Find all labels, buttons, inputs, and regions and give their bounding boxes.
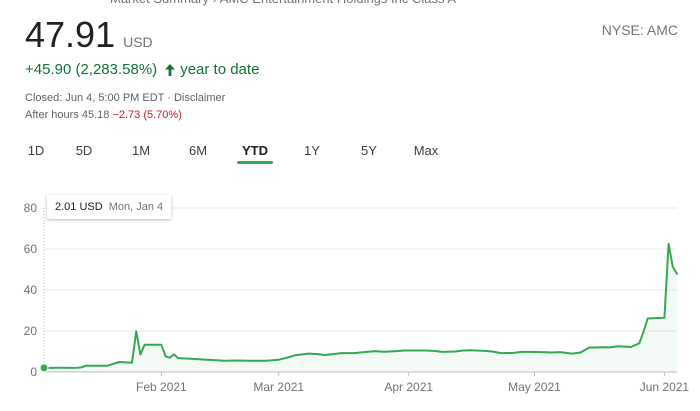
y-tick-label: 60	[24, 242, 38, 256]
after-hours-label: After hours 45.18	[25, 109, 110, 121]
y-tick-label: 80	[24, 201, 38, 215]
tab-5d[interactable]: 5D	[66, 140, 102, 162]
x-tick-label: Feb 2021	[136, 380, 187, 394]
chart-tooltip: 2.01 USD Mon, Jan 4	[47, 195, 172, 219]
price-chart[interactable]: 0 20 40 60 80 Feb 2021 Mar 2021 Apr 2021 May 202…	[0, 190, 700, 411]
x-tick-label: May 2021	[508, 380, 561, 394]
tab-ytd[interactable]: YTD	[237, 140, 273, 164]
price-change: +45.90 (2,283.58%) year to date	[25, 61, 259, 78]
change-value: +45.90 (2,283.58%)	[25, 61, 158, 78]
tab-1m[interactable]: 1M	[123, 140, 159, 162]
y-tick-label: 20	[24, 324, 38, 338]
y-tick-label: 0	[30, 365, 37, 379]
tab-1d[interactable]: 1D	[18, 140, 54, 162]
range-tabs: 1D 5D 1M 6M YTD 1Y 5Y Max	[18, 140, 465, 164]
arrow-up-icon	[165, 63, 176, 76]
header-clipped-text: Market Summary › AMC Entertainment Holdi…	[110, 0, 456, 6]
exchange-ticker: NYSE: AMC	[601, 22, 678, 38]
price-row: 47.91 USD	[25, 14, 153, 56]
tab-6m[interactable]: 6M	[180, 140, 216, 162]
tab-1y[interactable]: 1Y	[294, 140, 330, 162]
x-tick-label: Jun 2021	[640, 380, 690, 394]
currency-label: USD	[123, 34, 153, 50]
x-tick-label: Mar 2021	[253, 380, 304, 394]
after-hours-info: After hours 45.18 −2.73 (5.70%)	[25, 109, 182, 121]
tab-max[interactable]: Max	[408, 140, 444, 162]
hover-marker	[39, 363, 49, 373]
tooltip-date: Mon, Jan 4	[108, 201, 164, 213]
after-hours-change: −2.73 (5.70%)	[112, 109, 182, 121]
x-tick-label: Apr 2021	[384, 380, 433, 394]
change-period: year to date	[180, 61, 260, 78]
y-tick-label: 40	[24, 283, 38, 297]
tooltip-value: 2.01 USD	[55, 201, 103, 213]
tab-5y[interactable]: 5Y	[351, 140, 387, 162]
closed-info: Closed: Jun 4, 5:00 PM EDT · Disclaimer	[25, 92, 226, 104]
current-price: 47.91	[25, 14, 116, 55]
series-line	[43, 242, 678, 369]
